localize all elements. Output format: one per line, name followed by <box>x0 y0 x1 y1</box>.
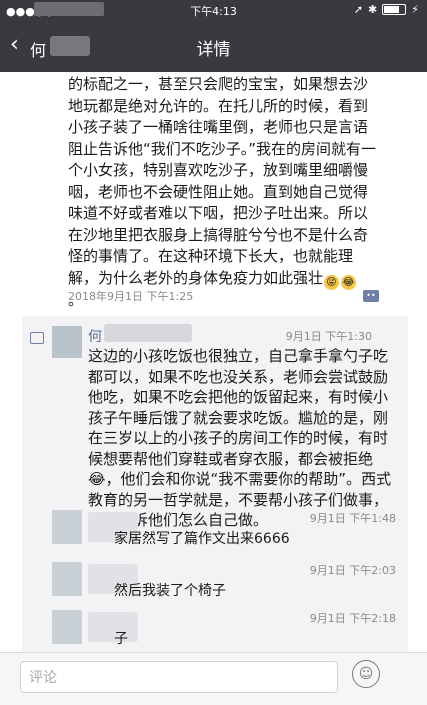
commenter-name[interactable]: 何 <box>88 326 102 346</box>
post-body: 的标配之一，甚至只会爬的宝宝，如果想去沙地玩都是绝对允许的。在托儿所的时候，看到… <box>68 75 377 287</box>
emoji-picker-icon[interactable]: ☺ <box>352 660 380 688</box>
comment-time: 9月1日 下午1:30 <box>285 330 372 343</box>
avatar[interactable] <box>52 326 82 358</box>
comment-bubble-icon <box>30 332 44 344</box>
post-text: 的标配之一，甚至只会爬的宝宝，如果想去沙地玩都是绝对允许的。在托儿所的时候，看到… <box>68 74 380 311</box>
page-title: 详情 <box>196 40 231 60</box>
avatar[interactable] <box>52 562 82 596</box>
commenter-name-redacted <box>88 612 138 642</box>
reply-time: 9月1日 下午2:18 <box>309 612 396 625</box>
post-date: 2018年9月1日 下午1:25 <box>68 290 194 303</box>
bluetooth-icon: ✱ <box>368 3 378 16</box>
location-icon: ➚ <box>353 3 364 16</box>
laugh-emoji-icon: 😂 <box>341 274 357 290</box>
laugh-emoji-icon: 😂 <box>88 470 106 488</box>
comment-footer: 评论 ☺ <box>0 652 427 705</box>
avatar[interactable] <box>52 610 82 644</box>
comment-text: 这边的小孩吃饭也很独立，自己拿手拿勺子吃都可以，如果不吃也没关系，老师会尝试鼓励… <box>88 346 398 531</box>
list-item[interactable]: 子 9月1日 下午2:18 <box>52 610 396 650</box>
battery-icon <box>382 4 407 15</box>
reply-text: 然后我装了个椅子 <box>114 583 226 599</box>
reply-time: 9月1日 下午1:48 <box>309 512 396 525</box>
avatar[interactable] <box>52 510 82 544</box>
comment-input[interactable]: 评论 <box>20 661 338 693</box>
reply-text: 子 <box>114 631 128 647</box>
status-bar: ●●●●● 下午4:13 ➚ ✱ ⚡ <box>0 0 427 20</box>
comments-panel: 何 9月1日 下午1:30 这边的小孩吃饭也很独立，自己拿手拿勺子吃都可以，如果… <box>22 316 408 652</box>
charging-icon: ⚡ <box>411 3 419 16</box>
commenter-name-redacted <box>104 324 192 342</box>
list-item[interactable]: 然后我装了个椅子 9月1日 下午2:03 <box>52 562 396 602</box>
comment-action-icon[interactable]: •• <box>363 290 379 302</box>
wink-emoji-icon: 😜 <box>324 274 340 290</box>
reply-text: 家居然写了篇作文出来6666 <box>114 531 290 547</box>
comment-body: 这边的小孩吃饭也很独立，自己拿手拿勺子吃都可以，如果不吃也没关系，老师会尝试鼓励… <box>88 347 389 468</box>
navigation-bar: ‹ 何 详情 <box>0 20 427 72</box>
reply-time: 9月1日 下午2:03 <box>309 564 396 577</box>
list-item[interactable]: 家居然写了篇作文出来6666 9月1日 下午1:48 <box>52 510 396 550</box>
